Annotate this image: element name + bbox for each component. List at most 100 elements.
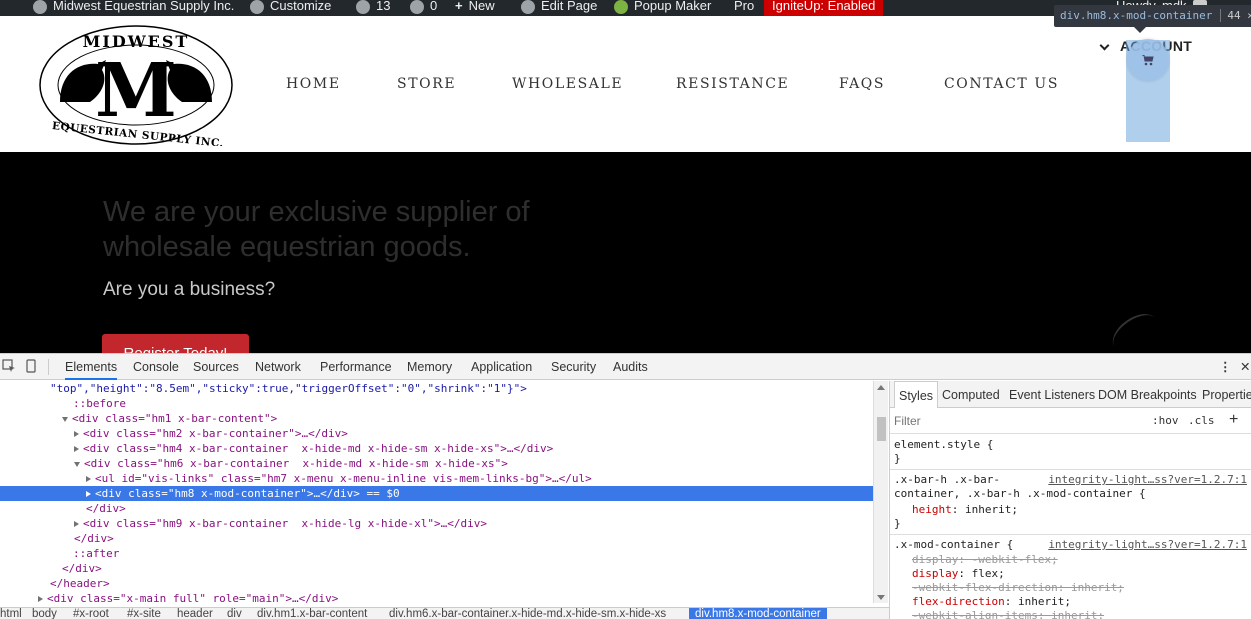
- logo-graphic: M MIDWEST EQUESTRIAN SUPPLY INC.: [39, 25, 233, 150]
- close-devtools-icon[interactable]: ✕: [1240, 354, 1250, 380]
- dom-hm4[interactable]: <div class="hm4 x-bar-container x-hide-m…: [0, 441, 873, 456]
- admin-comments-link[interactable]: 0: [410, 0, 437, 16]
- cart-button[interactable]: [1127, 39, 1169, 81]
- expand-triangle-icon[interactable]: [74, 521, 79, 527]
- tab-performance[interactable]: Performance: [320, 354, 392, 380]
- admin-popup-maker-link[interactable]: Popup Maker: [614, 0, 711, 16]
- rule2-declaration[interactable]: -webkit-flex-direction: inherit;: [912, 581, 1124, 595]
- elements-tree: "top","height":"8.5em","sticky":true,"tr…: [0, 381, 873, 617]
- device-toolbar-icon[interactable]: [24, 359, 38, 373]
- dom-line-attrs[interactable]: "top","height":"8.5em","sticky":true,"tr…: [0, 381, 873, 396]
- nav-wholesale[interactable]: WHOLESALE: [512, 76, 623, 92]
- cart-icon: [1142, 54, 1154, 65]
- expand-triangle-icon[interactable]: [86, 491, 91, 497]
- tab-computed[interactable]: Computed: [942, 381, 1000, 408]
- crumb-body[interactable]: body: [32, 608, 57, 619]
- dom-close-div[interactable]: </div>: [0, 531, 873, 546]
- tab-dom-breakpoints[interactable]: DOM Breakpoints: [1098, 381, 1197, 408]
- admin-customize-link[interactable]: Customize: [250, 0, 331, 16]
- dom-hm8-selected[interactable]: <div class="hm8 x-mod-container">…</div>…: [0, 486, 873, 501]
- rule1-declaration[interactable]: height: inherit;: [912, 503, 1018, 517]
- rule2-declaration[interactable]: display: -webkit-flex;: [912, 553, 1058, 567]
- nav-resistance[interactable]: RESISTANCE: [676, 76, 789, 92]
- dom-close-div[interactable]: </div>: [0, 561, 873, 576]
- collapse-triangle-icon[interactable]: [62, 416, 68, 422]
- dom-hm1[interactable]: <div class="hm1 x-bar-content">: [0, 411, 873, 426]
- rule1-source-link[interactable]: integrity-light…ss?ver=1.2.7:1: [1048, 473, 1247, 486]
- crumb-hm6[interactable]: div.hm6.x-bar-container.x-hide-md.x-hide…: [389, 608, 666, 619]
- scroll-down-arrow-icon[interactable]: [877, 595, 885, 600]
- crumb-hm8[interactable]: div.hm8.x-mod-container: [689, 608, 827, 619]
- tab-memory[interactable]: Memory: [407, 354, 452, 380]
- rule1-selector-a[interactable]: .x-bar-h .x-bar-: [894, 473, 1000, 487]
- expand-triangle-icon[interactable]: [86, 476, 91, 482]
- more-options-icon[interactable]: ⋮: [1219, 354, 1232, 380]
- admin-updates-link[interactable]: 13: [356, 0, 390, 16]
- elements-scrollbar[interactable]: [873, 381, 888, 603]
- crumb-html[interactable]: html: [0, 608, 22, 619]
- page: Midwest Equestrian Supply Inc. Customize…: [0, 0, 1251, 619]
- admin-pro-link[interactable]: Pro: [734, 0, 754, 16]
- hover-state-toggle[interactable]: :hov: [1152, 414, 1179, 427]
- tab-console[interactable]: Console: [133, 354, 179, 380]
- rule1-selector-b[interactable]: container, .x-bar-h .x-mod-container {: [894, 487, 1146, 501]
- dom-hm2[interactable]: <div class="hm2 x-bar-container">…</div>: [0, 426, 873, 441]
- nav-store[interactable]: STORE: [397, 76, 456, 92]
- rule2-selector[interactable]: .x-mod-container {: [894, 538, 1013, 552]
- popup-maker-icon: [614, 0, 628, 14]
- nav-home[interactable]: HOME: [286, 76, 341, 92]
- dom-before[interactable]: ::before: [0, 396, 873, 411]
- rule2-source-link[interactable]: integrity-light…ss?ver=1.2.7:1: [1048, 538, 1247, 551]
- tab-event-listeners[interactable]: Event Listeners: [1009, 381, 1095, 408]
- dom-ul-vis-links[interactable]: <ul id="vis-links" class="hm7 x-menu x-m…: [0, 471, 873, 486]
- styles-filter-input[interactable]: [894, 414, 1094, 428]
- tab-properties[interactable]: Properties: [1202, 381, 1251, 408]
- collapse-triangle-icon[interactable]: [74, 461, 80, 467]
- tab-security[interactable]: Security: [551, 354, 596, 380]
- admin-edit-page-link[interactable]: Edit Page: [521, 0, 597, 16]
- dom-close-div[interactable]: </div>: [0, 501, 873, 516]
- element-style-selector[interactable]: element.style {: [894, 438, 993, 452]
- tab-application[interactable]: Application: [471, 354, 532, 380]
- dom-hm9[interactable]: <div class="hm9 x-bar-container x-hide-l…: [0, 516, 873, 531]
- tab-audits[interactable]: Audits: [613, 354, 648, 380]
- dom-x-main[interactable]: <div class="x-main full" role="main">…</…: [0, 591, 873, 606]
- crumb-hm1[interactable]: div.hm1.x-bar-content: [257, 608, 367, 619]
- dom-after[interactable]: ::after: [0, 546, 873, 561]
- admin-site-label: Midwest Equestrian Supply Inc.: [53, 0, 235, 13]
- tab-network[interactable]: Network: [255, 354, 301, 380]
- site-logo[interactable]: M MIDWEST EQUESTRIAN SUPPLY INC.: [38, 24, 235, 150]
- new-rule-plus-icon[interactable]: +: [1229, 411, 1238, 429]
- class-toggle[interactable]: .cls: [1188, 414, 1215, 427]
- tab-styles[interactable]: Styles: [894, 381, 939, 408]
- crumb-header[interactable]: header: [177, 608, 213, 619]
- tab-sources[interactable]: Sources: [193, 354, 239, 380]
- dom-hm6[interactable]: <div class="hm6 x-bar-container x-hide-m…: [0, 456, 873, 471]
- scroll-up-arrow-icon[interactable]: [877, 385, 885, 390]
- dom-close-header[interactable]: </header>: [0, 576, 873, 591]
- nav-contact-us[interactable]: CONTACT US: [944, 76, 1059, 92]
- dom-line-text: </div>: [86, 502, 126, 515]
- crumb-x-root[interactable]: #x-root: [73, 608, 109, 619]
- expand-triangle-icon[interactable]: [38, 596, 43, 602]
- inspect-element-icon[interactable]: [2, 359, 16, 373]
- admin-new-link[interactable]: + New: [455, 0, 495, 16]
- logo-top-text: MIDWEST: [83, 32, 190, 51]
- crumb-div[interactable]: div: [227, 608, 242, 619]
- styles-tabbar: Styles Computed Event Listeners DOM Brea…: [890, 381, 1251, 408]
- admin-site-link[interactable]: Midwest Equestrian Supply Inc.: [33, 0, 234, 16]
- register-button[interactable]: Register Today!: [102, 334, 249, 353]
- styles-filter-bar: :hov .cls +: [890, 409, 1251, 434]
- expand-triangle-icon[interactable]: [74, 431, 79, 437]
- rule2-declaration[interactable]: display: flex;: [912, 567, 1005, 581]
- admin-igniteup-status[interactable]: IgniteUp: Enabled: [764, 0, 884, 16]
- inspect-tooltip: div.hm8.x-mod-container 44 × 102: [1054, 5, 1251, 33]
- tab-elements[interactable]: Elements: [65, 354, 118, 380]
- rule-divider: [890, 534, 1251, 535]
- scrollbar-thumb[interactable]: [877, 417, 886, 441]
- rule2-declaration[interactable]: flex-direction: inherit;: [912, 595, 1071, 609]
- crumb-x-site[interactable]: #x-site: [127, 608, 161, 619]
- expand-triangle-icon[interactable]: [74, 446, 79, 452]
- nav-faqs[interactable]: FAQS: [839, 76, 885, 92]
- rule2-declaration[interactable]: -webkit-align-items: inherit;: [912, 609, 1104, 619]
